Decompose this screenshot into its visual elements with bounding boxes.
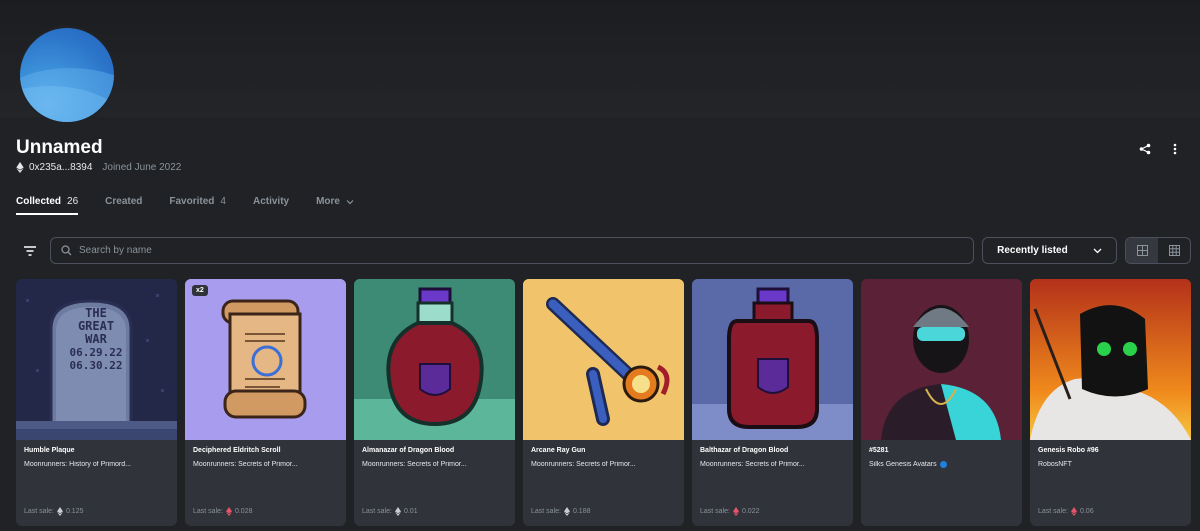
profile-avatar[interactable]: [18, 26, 116, 124]
nft-card[interactable]: Arcane Ray Gun Moonrunners: Secrets of P…: [523, 279, 684, 526]
more-icon[interactable]: [1168, 142, 1182, 156]
nft-grid: THE GREAT WAR 06.29.22 06.30.22 Humble P…: [16, 279, 1191, 526]
last-sale: Last sale: 0.028: [193, 507, 253, 516]
quantity-badge: x2: [192, 285, 208, 296]
nft-title: #5281: [869, 447, 889, 454]
tab-activity[interactable]: Activity: [253, 196, 289, 215]
last-sale: Last sale: 0.022: [700, 507, 760, 516]
weth-icon: [732, 507, 739, 516]
nft-collection[interactable]: Moonrunners: Secrets of Primor...: [193, 461, 338, 468]
nft-collection[interactable]: Moonrunners: History of Primord...: [24, 461, 169, 468]
view-toggle: [1125, 237, 1191, 264]
nft-title: Balthazar of Dragon Blood: [700, 447, 789, 454]
weth-icon: [1070, 507, 1077, 516]
nft-image-avatar: [861, 279, 1022, 440]
nft-collection[interactable]: Moonrunners: Secrets of Primor...: [531, 461, 676, 468]
nft-card[interactable]: x2 Deciphered Eldritch Scroll Moonrunner…: [185, 279, 346, 526]
chevron-down-icon: [346, 199, 354, 204]
profile-meta: 0x235a...8394 Joined June 2022: [16, 162, 181, 173]
nft-title: Genesis Robo #96: [1038, 447, 1099, 454]
sort-label: Recently listed: [997, 245, 1068, 256]
nft-card[interactable]: #5281 Silks Genesis Avatars: [861, 279, 1022, 526]
tab-created[interactable]: Created: [105, 196, 142, 215]
ethereum-icon: [563, 507, 570, 516]
search-bar[interactable]: [49, 237, 975, 264]
sort-dropdown[interactable]: Recently listed: [982, 237, 1118, 264]
nft-card[interactable]: Almanazar of Dragon Blood Moonrunners: S…: [354, 279, 515, 526]
last-sale: Last sale: 0.188: [531, 507, 591, 516]
nft-title: Humble Plaque: [24, 447, 75, 454]
nft-collection[interactable]: Moonrunners: Secrets of Primor...: [700, 461, 845, 468]
nft-title: Almanazar of Dragon Blood: [362, 447, 455, 454]
last-sale: Last sale: 0.125: [24, 507, 84, 516]
nft-collection[interactable]: RobosNFT: [1038, 461, 1183, 468]
ethereum-icon: [56, 507, 63, 516]
chevron-down-icon: [1093, 248, 1102, 253]
profile-name: Unnamed: [16, 137, 103, 158]
search-icon: [61, 245, 72, 256]
verified-icon: [939, 461, 947, 468]
wallet-address[interactable]: 0x235a...8394: [29, 162, 92, 173]
grid-small-icon[interactable]: [1158, 238, 1190, 263]
ethereum-icon: [16, 162, 24, 173]
nft-image-scroll: x2: [185, 279, 346, 440]
nft-card[interactable]: Balthazar of Dragon Blood Moonrunners: S…: [692, 279, 853, 526]
nft-collection[interactable]: Moonrunners: Secrets of Primor...: [362, 461, 507, 468]
nft-image-potion: [354, 279, 515, 440]
profile-tabs: Collected 26 Created Favorited 4 Activity …: [16, 196, 381, 215]
last-sale: Last sale: 0.06: [1038, 507, 1094, 516]
nft-collection[interactable]: Silks Genesis Avatars: [869, 461, 1014, 468]
last-sale: Last sale: 0.01: [362, 507, 418, 516]
plaque-inscription: THE GREAT WAR 06.29.22 06.30.22: [69, 306, 123, 373]
weth-icon: [225, 507, 232, 516]
tab-collected[interactable]: Collected 26: [16, 196, 79, 215]
nft-image-ray-gun: [523, 279, 684, 440]
profile-banner: [0, 0, 1200, 117]
filter-icon[interactable]: [16, 237, 44, 264]
joined-date: Joined June 2022: [102, 162, 182, 173]
nft-title: Deciphered Eldritch Scroll: [193, 447, 281, 454]
share-icon[interactable]: [1138, 142, 1152, 156]
nft-image-potion: [692, 279, 853, 440]
nft-card[interactable]: THE GREAT WAR 06.29.22 06.30.22 Humble P…: [16, 279, 177, 526]
nft-title: Arcane Ray Gun: [531, 447, 586, 454]
tab-more[interactable]: More: [316, 196, 354, 215]
ethereum-icon: [394, 507, 401, 516]
nft-card[interactable]: Genesis Robo #96 RobosNFT Last sale: 0.0…: [1030, 279, 1191, 526]
profile-actions: [1138, 142, 1182, 156]
toolbar: Recently listed: [16, 237, 1191, 264]
search-input[interactable]: [78, 245, 959, 256]
tab-favorited[interactable]: Favorited 4: [169, 196, 226, 215]
nft-image-robo: [1030, 279, 1191, 440]
grid-large-icon[interactable]: [1126, 238, 1159, 263]
nft-image-plaque: THE GREAT WAR 06.29.22 06.30.22: [16, 279, 177, 440]
